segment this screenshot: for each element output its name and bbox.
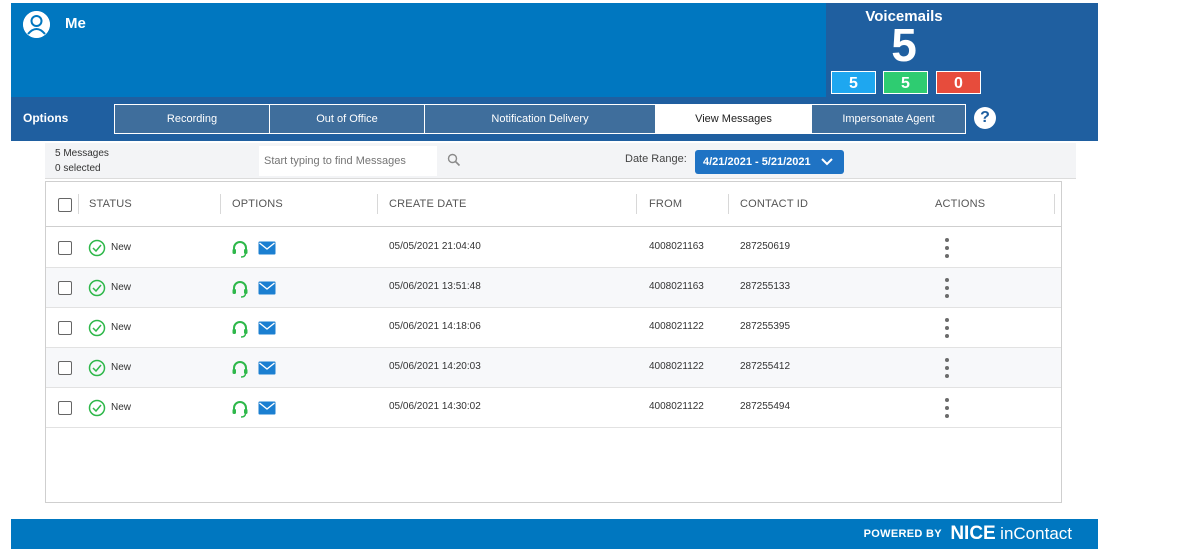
create-date: 05/05/2021 21:04:40 [389,241,481,252]
table-row[interactable]: New 05/06/2021 14:30:02 4008021122 28725… [46,388,1061,428]
table-row[interactable]: New 05/06/2021 14:20:03 4008021122 28725… [46,348,1061,388]
create-date: 05/06/2021 14:30:02 [389,401,481,412]
contact-id: 287255395 [740,321,791,332]
check-circle-icon [88,359,106,377]
table-row[interactable]: New 05/06/2021 13:51:48 4008021163 28725… [46,268,1061,308]
headset-icon[interactable] [230,319,250,339]
headset-icon[interactable] [230,239,250,259]
filter-bar: 5 Messages 0 selected Date Range: 4/21/2… [45,143,1076,179]
check-circle-icon [88,399,106,417]
tab-notification-delivery[interactable]: Notification Delivery [424,104,656,134]
status-text: New [111,362,132,373]
create-date: 05/06/2021 13:51:48 [389,281,481,292]
messages-table: STATUS OPTIONS CREATE DATE FROM CONTACT … [45,181,1062,503]
contact-id: 287255412 [740,361,791,372]
column-divider [1054,194,1055,214]
tab-view-messages[interactable]: View Messages [655,104,812,134]
row-checkbox[interactable] [58,281,72,295]
header-status[interactable]: STATUS [89,198,132,210]
date-range-picker[interactable]: 4/21/2021 - 5/21/2021 [695,150,844,174]
check-circle-icon [88,319,106,337]
voicemail-count-urgent[interactable]: 0 [936,71,981,94]
search-icon[interactable] [447,153,461,167]
chevron-down-icon [821,158,833,166]
status-text: New [111,402,132,413]
select-all-checkbox[interactable] [58,198,72,212]
message-count: 5 Messages [55,148,109,159]
row-checkbox[interactable] [58,401,72,415]
mail-icon[interactable] [258,281,276,295]
tab-recording[interactable]: Recording [114,104,270,134]
help-icon[interactable]: ? [974,107,996,129]
mail-icon[interactable] [258,361,276,375]
tab-impersonate-agent[interactable]: Impersonate Agent [811,104,966,134]
header-actions: ACTIONS [935,198,986,210]
table-header: STATUS OPTIONS CREATE DATE FROM CONTACT … [46,182,1061,227]
user-avatar-icon[interactable] [23,11,50,38]
options-label: Options [23,111,69,125]
user-name: Me [65,15,86,32]
status-text: New [111,282,132,293]
status-text: New [111,322,132,333]
kebab-menu-icon[interactable] [939,396,955,420]
check-circle-icon [88,279,106,297]
from-number: 4008021122 [649,401,704,412]
from-number: 4008021122 [649,321,704,332]
from-number: 4008021163 [649,241,704,252]
create-date: 05/06/2021 14:20:03 [389,361,481,372]
header-options[interactable]: OPTIONS [232,198,283,210]
powered-by-text: POWERED BY [863,528,942,540]
headset-icon[interactable] [230,279,250,299]
tab-out-of-office[interactable]: Out of Office [269,104,425,134]
headset-icon[interactable] [230,359,250,379]
voicemail-count-unread[interactable]: 5 [883,71,928,94]
create-date: 05/06/2021 14:18:06 [389,321,481,332]
row-checkbox[interactable] [58,361,72,375]
header-create-date[interactable]: CREATE DATE [389,198,467,210]
mail-icon[interactable] [258,241,276,255]
header-contact-id[interactable]: CONTACT ID [740,198,808,210]
check-circle-icon [88,239,106,257]
contact-id: 287250619 [740,241,791,252]
voicemails-panel: Voicemails 5 5 5 0 [826,3,1098,97]
brand-nice: NICE [950,523,996,544]
header-from[interactable]: FROM [649,198,682,210]
column-divider [728,194,729,214]
date-range-label: Date Range: [625,153,687,165]
voicemails-total: 5 [891,19,917,71]
mail-icon[interactable] [258,321,276,335]
headset-icon[interactable] [230,399,250,419]
footer: POWERED BY NICE inContact [11,519,1098,549]
table-row[interactable]: New 05/06/2021 14:18:06 4008021122 28725… [46,308,1061,348]
row-checkbox[interactable] [58,321,72,335]
brand-incontact: inContact [1000,524,1072,543]
footer-branding: POWERED BY NICE inContact [864,523,1072,545]
from-number: 4008021122 [649,361,704,372]
row-checkbox[interactable] [58,241,72,255]
kebab-menu-icon[interactable] [939,276,955,300]
column-divider [636,194,637,214]
from-number: 4008021163 [649,281,704,292]
column-divider [220,194,221,214]
contact-id: 287255494 [740,401,791,412]
contact-id: 287255133 [740,281,791,292]
options-bar: Options Recording Out of Office Notifica… [11,97,1098,141]
column-divider [78,194,79,214]
kebab-menu-icon[interactable] [939,236,955,260]
voicemail-count-new[interactable]: 5 [831,71,876,94]
table-row[interactable]: New 05/05/2021 21:04:40 4008021163 28725… [46,228,1061,268]
status-text: New [111,242,132,253]
search-input[interactable] [259,146,437,176]
kebab-menu-icon[interactable] [939,316,955,340]
selected-count: 0 selected [55,163,101,174]
kebab-menu-icon[interactable] [939,356,955,380]
column-divider [377,194,378,214]
date-range-value: 4/21/2021 - 5/21/2021 [703,156,811,168]
mail-icon[interactable] [258,401,276,415]
